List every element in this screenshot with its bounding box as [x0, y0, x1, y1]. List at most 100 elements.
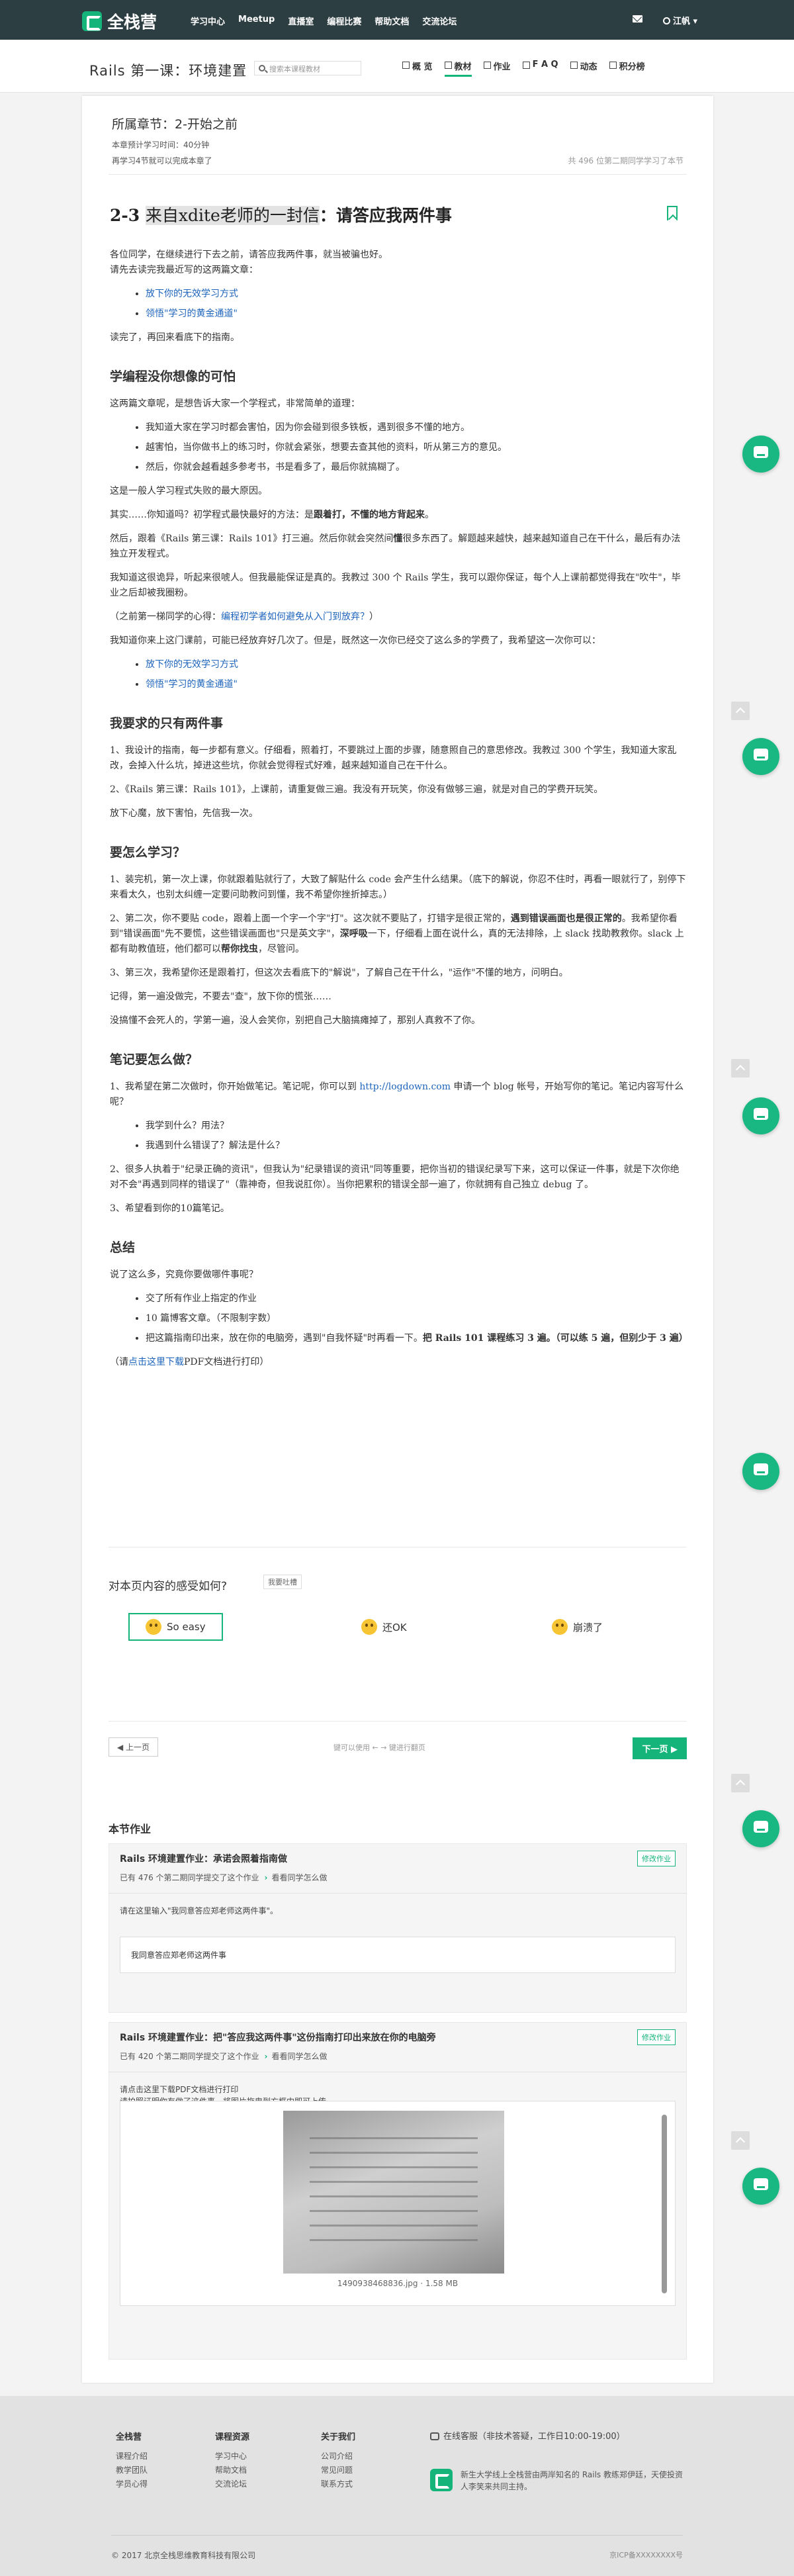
nav-forum[interactable]: 交流论坛: [422, 15, 457, 27]
link-download-pdf[interactable]: 点击这里下载: [128, 1357, 184, 1367]
paragraph: 1、装完机，第一次上课，你就跟着贴就行了，大致了解贴什么 code 会产生什么结…: [110, 874, 686, 900]
tab-homework[interactable]: 作业: [483, 60, 511, 77]
tab-label: 教材: [454, 62, 472, 72]
file-icon: [483, 62, 491, 69]
see-classmates-link[interactable]: 看看同学怎么做: [272, 2052, 328, 2061]
download-pdf-link[interactable]: 请点击这里下载PDF文档进行打印: [120, 2084, 334, 2095]
nav-contest[interactable]: 编程比赛: [327, 15, 361, 27]
tab-materials[interactable]: 教材: [444, 60, 472, 77]
tab-overview[interactable]: 概 览: [402, 60, 433, 77]
main-nav: 学习中心 Meetup 直播室 编程比赛 帮助文档 交流论坛: [191, 15, 457, 27]
nav-help-docs[interactable]: 帮助文档: [375, 15, 409, 27]
tab-faq[interactable]: F A Q: [522, 60, 558, 77]
customer-service[interactable]: 在线客服（非技术答疑，工作日10:00-19:00）: [430, 2429, 625, 2442]
back-to-top-button[interactable]: [731, 2131, 750, 2150]
link-logdown[interactable]: http://logdown.com: [359, 1081, 451, 1092]
next-page-button[interactable]: 下一页 ▶: [633, 1737, 687, 1759]
list-item: 放下你的无效学习方式: [146, 287, 688, 302]
mail-icon[interactable]: [633, 15, 642, 23]
chat-float-button[interactable]: [742, 436, 779, 473]
tab-leaderboard[interactable]: 积分榜: [609, 60, 645, 77]
link-beginner-tips[interactable]: 编程初学者如何避免从入门到放弃？: [221, 612, 369, 622]
question-icon: [522, 62, 530, 69]
paragraph: 各位同学，在继续进行下去之前，请答应我两件事，就当被骗也好。: [110, 250, 388, 260]
footer-link[interactable]: 公司介绍: [321, 2450, 355, 2463]
footer-link[interactable]: 学习中心: [215, 2450, 249, 2463]
contact-text: 在线客服（非技术答疑，工作日10:00-19:00）: [443, 2432, 625, 2442]
article-link-list: 放下你的无效学习方式 领悟"学习的黄金通道": [146, 287, 688, 322]
text: PDF文档进行打印）: [184, 1357, 269, 1367]
paragraph: 放下心魔，放下害怕，先信我一次。: [110, 808, 258, 819]
chat-float-button[interactable]: [742, 1097, 779, 1134]
back-to-top-button[interactable]: [731, 702, 750, 720]
course-search-input[interactable]: 搜索本课程教材: [254, 61, 361, 75]
user-menu[interactable]: 江帆 ▾: [663, 14, 697, 26]
footer-link[interactable]: 常见问题: [321, 2463, 355, 2477]
section-heading: 总结: [110, 1240, 136, 1255]
list-item: 领悟"学习的黄金通道": [146, 677, 688, 692]
chat-float-button[interactable]: [742, 738, 779, 775]
paragraph: 我知道你来上这门课前，可能已经放弃好几次了。但是，既然这一次你已经交了这么多的学…: [110, 635, 601, 646]
see-classmates-link[interactable]: 看看同学怎么做: [272, 1873, 328, 1882]
paragraph: 然后，跟着《Rails 第三课：Rails 101》打三遍。然后你就会突然间懂很…: [110, 531, 688, 562]
homework-answer-field[interactable]: 我同意答应郑老师这两件事: [120, 1937, 676, 1973]
text: 。: [425, 510, 434, 520]
footer-link[interactable]: 联系方式: [321, 2477, 355, 2491]
option-label: So easy: [167, 1621, 206, 1633]
nav-meetup[interactable]: Meetup: [238, 15, 275, 27]
nav-learning-center[interactable]: 学习中心: [191, 15, 225, 27]
link-golden-channel[interactable]: 领悟"学习的黄金通道": [146, 679, 238, 690]
home-icon: [402, 62, 410, 69]
back-to-top-button[interactable]: [731, 1059, 750, 1078]
prev-page-button[interactable]: ◀ 上一页: [109, 1737, 159, 1757]
chapter-title: 所属章节：2-开始之前: [112, 117, 238, 132]
link-invalid-learning[interactable]: 放下你的无效学习方式: [146, 289, 238, 299]
footer-link[interactable]: 课程介绍: [116, 2450, 148, 2463]
link-invalid-learning[interactable]: 放下你的无效学习方式: [146, 659, 238, 670]
report-button[interactable]: 我要吐槽: [263, 1575, 302, 1589]
edit-homework-button[interactable]: 修改作业: [637, 2029, 676, 2045]
back-to-top-button[interactable]: [731, 1774, 750, 1792]
site-footer: 全栈营 课程介绍 教学团队 学员心得 课程资源 学习中心 帮助文档 交流论坛 关…: [0, 2396, 794, 2576]
homework-title: Rails 环境建置作业：承诺会照着指南做: [120, 1854, 288, 1864]
pagination: ◀ 上一页 键可以使用 ← → 键进行翻页 下一页 ▶: [109, 1737, 687, 1760]
chat-float-button[interactable]: [742, 1810, 779, 1847]
feedback-option-broken[interactable]: 崩溃了: [552, 1613, 603, 1641]
paragraph: （之前第一梯同学的心得：编程初学者如何避免从入门到放弃？）: [110, 610, 688, 625]
footer-link[interactable]: 帮助文档: [215, 2463, 249, 2477]
scrollbar[interactable]: [662, 2115, 667, 2293]
paragraph: （请点击这里下载PDF文档进行打印）: [110, 1355, 688, 1370]
search-icon: [259, 65, 265, 71]
paragraph: 2、很多人执着于"纪录正确的资讯"，但我认为"纪录错误的资讯"同等重要，把你当初…: [110, 1164, 680, 1190]
footer-column-title: 课程资源: [215, 2432, 250, 2442]
file-caption: 1490938468836.jpg · 1.58 MB: [337, 2279, 459, 2288]
homework-meta: 已有 476 个第二期同学提交了这个作业 › 看看同学怎么做: [120, 1872, 328, 1883]
chapter-progress: 再学习4节就可以完成本章了: [112, 156, 212, 165]
course-title: Rails 第一课：环境建置: [89, 63, 247, 79]
brand-name: 全栈营: [107, 13, 157, 32]
footer-link[interactable]: 交流论坛: [215, 2477, 249, 2491]
footer-link[interactable]: 教学团队: [116, 2463, 148, 2477]
logo-icon: [82, 11, 102, 31]
tab-activity[interactable]: 动态: [570, 60, 597, 77]
option-label: 还OK: [382, 1621, 407, 1633]
chat-float-button[interactable]: [742, 1453, 779, 1490]
brand-logo[interactable]: 全栈营: [82, 9, 157, 33]
option-label: 崩溃了: [573, 1621, 603, 1633]
arrow-icon: ›: [264, 1873, 268, 1882]
bold-text: 懂: [393, 533, 403, 544]
feedback-option-ok[interactable]: 还OK: [361, 1613, 407, 1641]
text: ，尽管问。: [258, 944, 304, 954]
homework-title: Rails 环境建置作业：把"答应我这两件事"这份指南打印出来放在你的电脑旁: [120, 2033, 436, 2043]
link-golden-channel[interactable]: 领悟"学习的黄金通道": [146, 308, 238, 319]
feedback-section: 对本页内容的感受如何? 我要吐槽 So easy 还OK 崩溃了: [109, 1575, 687, 1641]
text: ）: [369, 612, 378, 622]
section-heading: 笔记要怎么做？: [110, 1052, 198, 1067]
section-heading: 要怎么学习？: [110, 845, 186, 860]
footer-link[interactable]: 学员心得: [116, 2477, 148, 2491]
upload-dropzone[interactable]: 1490938468836.jpg · 1.58 MB: [120, 2101, 676, 2306]
edit-homework-button[interactable]: 修改作业: [637, 1851, 676, 1866]
chat-float-button[interactable]: [742, 2168, 779, 2205]
nav-live-room[interactable]: 直播室: [288, 15, 314, 27]
feedback-option-easy[interactable]: So easy: [128, 1613, 223, 1641]
